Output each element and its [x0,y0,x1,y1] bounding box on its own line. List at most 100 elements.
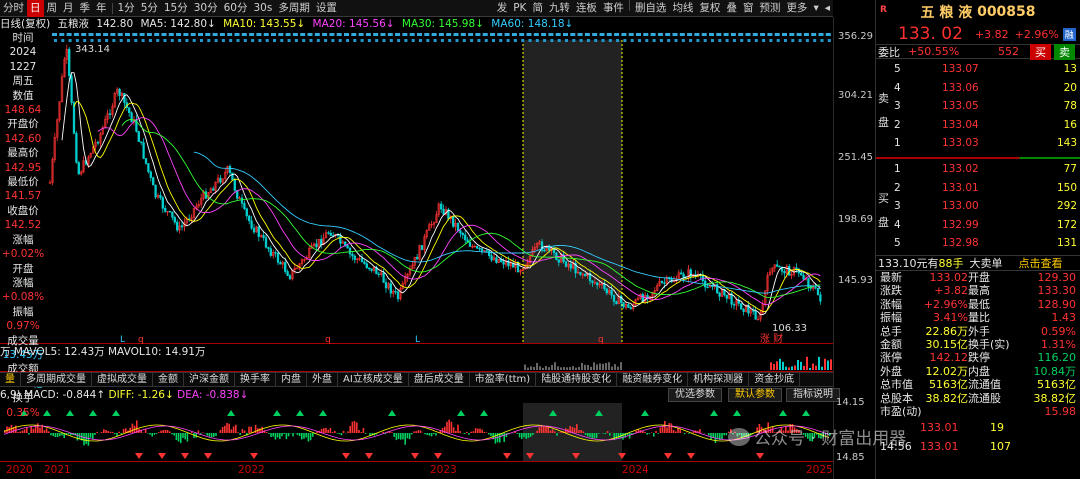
event-marker[interactable] [608,39,612,42]
event-marker[interactable] [287,39,291,42]
event-marker[interactable] [75,39,79,42]
event-marker[interactable] [679,33,685,36]
indicator-help-button[interactable]: 指标说明 [786,388,840,402]
event-marker[interactable] [614,33,620,36]
event-marker[interactable] [176,33,182,36]
sell-button[interactable]: 卖 [1054,43,1075,60]
event-marker[interactable] [584,33,590,36]
event-marker[interactable] [541,33,547,36]
event-marker[interactable] [185,39,189,42]
indicator-tab[interactable]: 陆股通持股变化 [536,373,618,386]
event-marker[interactable] [331,39,335,42]
indicator-tab[interactable]: 沪深金额 [184,373,235,386]
indicator-tab[interactable]: 机构探测器 [688,373,750,386]
event-marker[interactable] [440,39,444,42]
event-marker[interactable] [747,39,751,42]
event-marker[interactable] [577,33,583,36]
event-marker[interactable] [513,39,517,42]
event-marker[interactable] [294,39,298,42]
event-marker[interactable] [672,33,678,36]
event-marker[interactable] [681,39,685,42]
event-marker[interactable] [475,33,481,36]
event-marker[interactable] [353,39,357,42]
event-marker[interactable] [300,33,306,36]
event-marker[interactable] [134,39,138,42]
event-marker[interactable] [543,39,547,42]
event-marker[interactable] [52,33,57,36]
event-marker[interactable] [776,39,780,42]
event-marker[interactable] [110,33,116,36]
event-marker[interactable] [90,39,94,42]
event-marker[interactable] [774,33,780,36]
event-marker[interactable] [490,33,495,36]
event-marker[interactable] [455,39,459,42]
event-marker[interactable] [68,39,72,42]
event-marker[interactable] [468,33,474,36]
event-marker[interactable] [132,33,138,36]
event-marker[interactable] [740,39,744,42]
event-marker[interactable] [701,33,707,36]
event-marker[interactable] [380,33,386,36]
event-marker[interactable] [579,39,583,42]
big-order-link[interactable]: 点击查看 [1019,255,1063,271]
event-marker[interactable] [762,39,766,42]
event-marker[interactable] [389,39,393,42]
event-marker[interactable] [533,33,539,36]
event-marker[interactable] [752,33,758,36]
event-marker[interactable] [446,33,452,36]
event-marker[interactable] [292,33,298,36]
event-marker[interactable] [433,39,437,42]
event-marker[interactable] [214,39,218,42]
event-marker[interactable] [594,39,598,42]
event-marker[interactable] [73,33,79,36]
event-marker[interactable] [687,33,693,36]
event-marker[interactable] [419,39,422,42]
event-marker[interactable] [141,39,145,42]
event-marker[interactable] [66,33,72,36]
event-marker[interactable] [112,39,116,42]
event-marker[interactable] [803,33,809,36]
event-marker[interactable] [127,39,130,42]
event-marker[interactable] [563,33,568,36]
event-marker[interactable] [402,33,408,36]
event-marker[interactable] [825,33,831,36]
event-marker[interactable] [606,33,612,36]
event-marker[interactable] [782,33,787,36]
event-marker[interactable] [212,33,218,36]
event-marker[interactable] [827,39,831,42]
order-level[interactable]: 2 133.04 16 [876,119,1080,135]
event-marker[interactable] [470,39,474,42]
event-marker[interactable] [511,33,517,36]
event-marker[interactable] [346,39,349,42]
event-marker[interactable] [190,33,196,36]
event-marker[interactable] [170,39,174,42]
event-marker[interactable] [548,33,554,36]
event-marker[interactable] [409,33,415,36]
event-marker[interactable] [732,39,736,42]
indicator-tab[interactable]: 内盘 [276,373,307,386]
event-marker[interactable] [183,33,189,36]
event-marker[interactable] [336,33,342,36]
event-marker[interactable] [329,33,335,36]
event-marker[interactable] [258,39,262,42]
event-marker[interactable] [754,39,758,42]
event-marker[interactable] [61,39,65,42]
event-marker[interactable] [154,33,160,36]
event-marker[interactable] [725,39,729,42]
event-marker[interactable] [638,39,641,42]
event-marker[interactable] [689,39,693,42]
event-marker[interactable] [555,33,561,36]
event-marker[interactable] [309,39,313,42]
event-marker[interactable] [504,33,510,36]
event-marker[interactable] [431,33,437,36]
event-marker[interactable] [88,33,94,36]
event-marker[interactable] [730,33,736,36]
event-marker[interactable] [417,33,422,36]
event-marker[interactable] [360,39,364,42]
event-marker[interactable] [723,33,729,36]
event-marker[interactable] [818,33,824,36]
indicator-tab[interactable]: 市盈率(ttm) [470,373,537,386]
event-marker[interactable] [791,39,795,42]
event-marker[interactable] [168,33,174,36]
event-marker[interactable] [236,39,240,42]
